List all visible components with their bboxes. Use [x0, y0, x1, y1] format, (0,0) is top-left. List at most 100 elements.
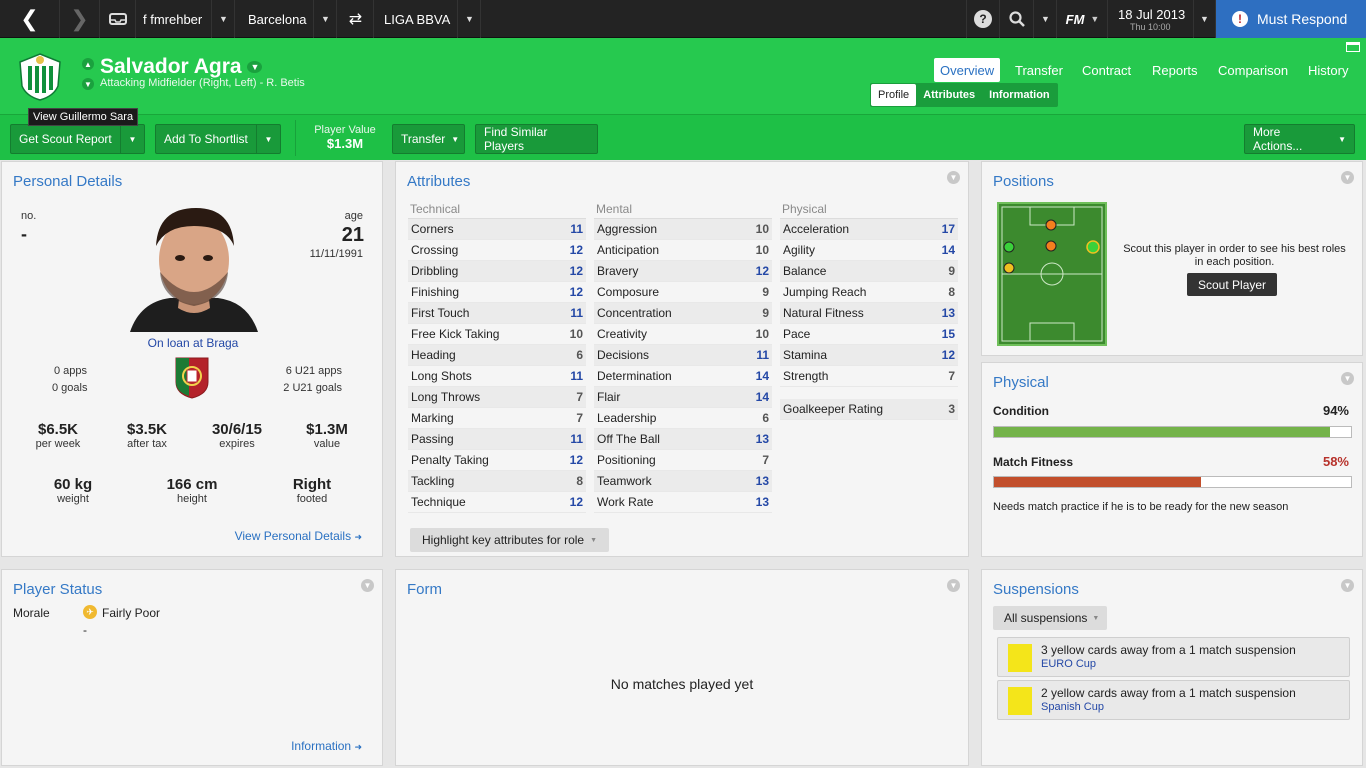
window-icon[interactable]	[1346, 42, 1360, 52]
attribute-row[interactable]: Strength 7	[780, 366, 958, 387]
transfer-button[interactable]: Transfer ▼	[392, 124, 465, 154]
attribute-row[interactable]: Penalty Taking 12	[408, 450, 586, 471]
scout-player-button[interactable]: Scout Player	[1187, 273, 1278, 296]
attribute-row[interactable]: Passing 11	[408, 429, 586, 450]
suspension-item[interactable]: 2 yellow cards away from a 1 match suspe…	[997, 680, 1350, 720]
attribute-row[interactable]: Leadership 6	[594, 408, 772, 429]
attribute-row[interactable]: Tackling 8	[408, 471, 586, 492]
attribute-row[interactable]: Positioning 7	[594, 450, 772, 471]
attribute-row[interactable]: Dribbling 12	[408, 261, 586, 282]
collapse-icon[interactable]: ▼	[1341, 372, 1354, 385]
condition-value: 94%	[1322, 403, 1349, 418]
attribute-row[interactable]: Creativity 10	[594, 324, 772, 345]
chevron-down-icon[interactable]: ▼	[459, 0, 481, 38]
chevron-down-icon[interactable]: ▼	[1035, 0, 1057, 38]
attribute-row[interactable]: Technique 12	[408, 492, 586, 513]
attribute-row[interactable]: Determination 14	[594, 366, 772, 387]
back-icon[interactable]: ❮	[0, 0, 60, 38]
attribute-row[interactable]: Stamina 12	[780, 345, 958, 366]
forward-icon[interactable]: ❯	[60, 0, 100, 38]
attribute-row[interactable]: Flair 14	[594, 387, 772, 408]
chevron-down-icon[interactable]: ▼	[247, 61, 263, 74]
chevron-down-icon[interactable]: ▼	[120, 125, 144, 153]
attribute-row[interactable]: Natural Fitness 13	[780, 303, 958, 324]
collapse-icon[interactable]: ▼	[361, 579, 374, 592]
date-display[interactable]: 18 Jul 2013 Thu 10:00	[1108, 0, 1194, 38]
attribute-row[interactable]: Composure 9	[594, 282, 772, 303]
find-similar-players-button[interactable]: Find Similar Players	[475, 124, 598, 154]
league-menu[interactable]: LIGA BBVA	[374, 0, 458, 38]
attribute-row[interactable]: Work Rate 13	[594, 492, 772, 513]
transfer-arrows-icon[interactable]: ⇄	[338, 0, 374, 38]
manager-menu[interactable]: f fmrehber	[136, 0, 212, 38]
club-crest-icon[interactable]	[14, 52, 66, 102]
previous-player-icon[interactable]: ▲	[82, 58, 94, 70]
chevron-down-icon[interactable]: ▼	[256, 125, 280, 153]
attribute-row[interactable]: Pace 15	[780, 324, 958, 345]
attribute-row[interactable]: Bravery 12	[594, 261, 772, 282]
positions-pitch[interactable]	[997, 202, 1107, 346]
tab-transfer[interactable]: Transfer	[1009, 58, 1069, 82]
next-player-icon[interactable]: ▼	[82, 78, 94, 90]
tab-overview[interactable]: Overview	[934, 58, 1001, 82]
club-menu[interactable]: Barcelona	[236, 0, 314, 38]
view-personal-details-link[interactable]: View Personal Details ➜	[235, 529, 362, 543]
attribute-row[interactable]: Free Kick Taking 10	[408, 324, 586, 345]
attribute-row[interactable]: Long Shots 11	[408, 366, 586, 387]
attribute-row[interactable]: Acceleration 17	[780, 219, 958, 240]
attribute-row[interactable]: Corners 11	[408, 219, 586, 240]
scout-report-button[interactable]: Get Scout Report ▼	[10, 124, 145, 154]
squad-number: -	[21, 224, 27, 244]
collapse-icon[interactable]: ▼	[1341, 171, 1354, 184]
information-link[interactable]: Information ➜	[291, 739, 362, 753]
highlight-attributes-button[interactable]: Highlight key attributes for role ▼	[410, 528, 610, 552]
attribute-row[interactable]: Agility 14	[780, 240, 958, 261]
collapse-icon[interactable]: ▼	[947, 579, 960, 592]
attribute-row[interactable]: Jumping Reach 8	[780, 282, 958, 303]
more-actions-button[interactable]: More Actions... ▼	[1244, 124, 1355, 154]
suspension-item[interactable]: 3 yellow cards away from a 1 match suspe…	[997, 637, 1350, 677]
attribute-row[interactable]: Heading 6	[408, 345, 586, 366]
attribute-row[interactable]: Decisions 11	[594, 345, 772, 366]
search-icon[interactable]	[1000, 0, 1034, 38]
player-name[interactable]: Salvador Agra ▼	[100, 55, 263, 79]
attribute-row[interactable]: Marking 7	[408, 408, 586, 429]
subtab-profile[interactable]: Profile	[871, 84, 917, 106]
tab-reports[interactable]: Reports	[1146, 58, 1204, 82]
suspensions-filter-dropdown[interactable]: All suspensions ▼	[993, 606, 1108, 630]
tab-contract[interactable]: Contract	[1076, 58, 1137, 82]
chevron-down-icon[interactable]: ▼	[1194, 0, 1216, 38]
attribute-row[interactable]: First Touch 11	[408, 303, 586, 324]
attribute-row[interactable]: Concentration 9	[594, 303, 772, 324]
help-icon[interactable]: ?	[966, 0, 1000, 38]
chevron-down-icon[interactable]: ▼	[315, 0, 337, 38]
attribute-row[interactable]: Balance 9	[780, 261, 958, 282]
subtab-information[interactable]: Information	[982, 84, 1057, 106]
attribute-row[interactable]: Off The Ball 13	[594, 429, 772, 450]
fm-menu[interactable]: FM ▼	[1058, 0, 1108, 38]
suspension-competition-link[interactable]: Spanish Cup	[1041, 701, 1104, 713]
attribute-row[interactable]: Anticipation 10	[594, 240, 772, 261]
nation-crest-icon[interactable]	[173, 356, 211, 400]
attribute-row[interactable]: Long Throws 7	[408, 387, 586, 408]
collapse-icon[interactable]: ▼	[947, 171, 960, 184]
player-photo[interactable]	[130, 202, 258, 332]
tab-comparison[interactable]: Comparison	[1212, 58, 1294, 82]
attribute-name: Strength	[783, 369, 829, 383]
add-to-shortlist-button[interactable]: Add To Shortlist ▼	[155, 124, 281, 154]
attribute-row[interactable]: Finishing 12	[408, 282, 586, 303]
attribute-row[interactable]: Crossing 12	[408, 240, 586, 261]
chevron-down-icon[interactable]: ▼	[213, 0, 235, 38]
inbox-icon[interactable]	[100, 0, 136, 38]
collapse-icon[interactable]: ▼	[1341, 579, 1354, 592]
tab-history[interactable]: History	[1302, 58, 1354, 82]
must-respond-button[interactable]: ! Must Respond	[1216, 0, 1366, 38]
loan-status-link[interactable]: On loan at Braga	[2, 336, 384, 350]
condition-bar	[993, 426, 1352, 438]
attribute-name: Anticipation	[597, 243, 660, 257]
goalkeeper-rating-row[interactable]: Goalkeeper Rating 3	[780, 399, 958, 420]
attribute-row[interactable]: Aggression 10	[594, 219, 772, 240]
subtab-attributes[interactable]: Attributes	[916, 84, 982, 106]
attribute-row[interactable]: Teamwork 13	[594, 471, 772, 492]
suspension-competition-link[interactable]: EURO Cup	[1041, 658, 1096, 670]
